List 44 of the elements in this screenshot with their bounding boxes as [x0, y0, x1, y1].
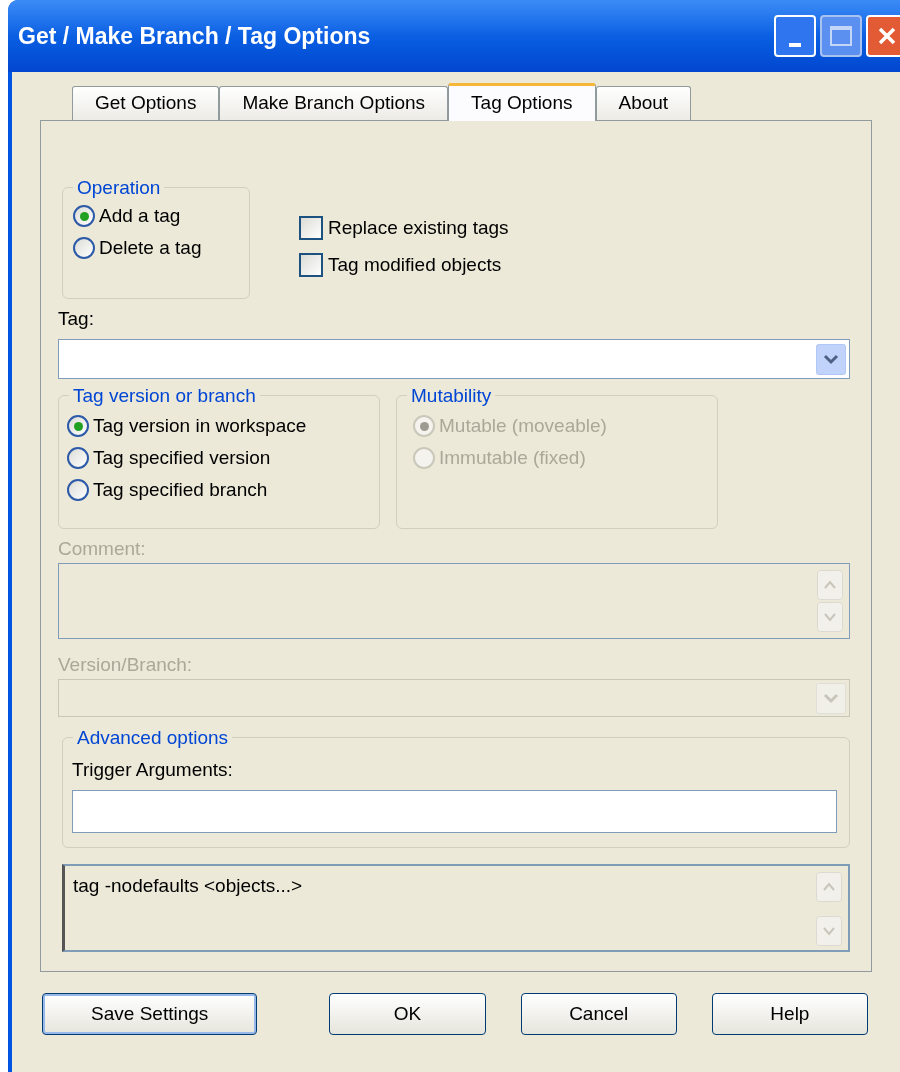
- tag-combo-box[interactable]: [58, 339, 850, 379]
- radio-label: Tag version in workspace: [93, 413, 307, 438]
- radio-button[interactable]: [73, 237, 95, 259]
- radio-label: Delete a tag: [99, 235, 202, 260]
- checkbox[interactable]: [299, 253, 323, 277]
- scroll-down-icon[interactable]: [816, 916, 842, 946]
- checkbox[interactable]: [299, 216, 323, 240]
- tab[interactable]: About: [595, 86, 692, 120]
- maximize-icon: [830, 26, 852, 46]
- checkbox-label: Tag modified objects: [328, 252, 502, 277]
- dialog-button[interactable]: Cancel: [520, 993, 677, 1035]
- maximize-button[interactable]: [820, 15, 862, 57]
- dialog-button[interactable]: Save Settings: [42, 993, 258, 1035]
- radio-button[interactable]: [67, 479, 89, 501]
- radio-button[interactable]: [67, 447, 89, 469]
- radio-button[interactable]: [67, 415, 89, 437]
- close-icon: [877, 26, 897, 46]
- dialog-button[interactable]: Help: [711, 993, 868, 1035]
- tab[interactable]: Make Branch Options: [219, 86, 449, 120]
- close-button[interactable]: [866, 15, 900, 57]
- scroll-up-icon[interactable]: [816, 872, 842, 902]
- dialog-button[interactable]: OK: [329, 993, 486, 1035]
- checkbox-label: Replace existing tags: [328, 215, 509, 240]
- radio-label: Tag specified branch: [93, 477, 268, 502]
- radio-label: Add a tag: [99, 203, 181, 228]
- version-branch-combo-box[interactable]: [58, 679, 850, 717]
- scroll-down-icon[interactable]: [817, 602, 843, 632]
- comment-text-area[interactable]: [58, 563, 850, 639]
- trigger-arguments-input[interactable]: [72, 790, 837, 833]
- radio-label: Immutable (fixed): [439, 445, 586, 470]
- field-label: Trigger Arguments:: [72, 758, 234, 782]
- radio-label: Mutable (moveable): [439, 413, 607, 438]
- field-label: Tag:: [58, 307, 95, 331]
- minimize-icon: [789, 43, 801, 47]
- command-text: tag -nodefaults <objects...>: [73, 874, 304, 898]
- field-label: Comment:: [58, 537, 147, 561]
- tab[interactable]: Tag Options: [448, 83, 596, 121]
- window-title: Get / Make Branch / Tag Options: [18, 21, 371, 51]
- radio-label: Tag specified version: [93, 445, 271, 470]
- radio-button[interactable]: [73, 205, 95, 227]
- scroll-up-icon[interactable]: [817, 570, 843, 600]
- tab[interactable]: Get Options: [72, 86, 220, 120]
- field-label: Version/Branch:: [58, 653, 194, 677]
- minimize-button[interactable]: [774, 15, 816, 57]
